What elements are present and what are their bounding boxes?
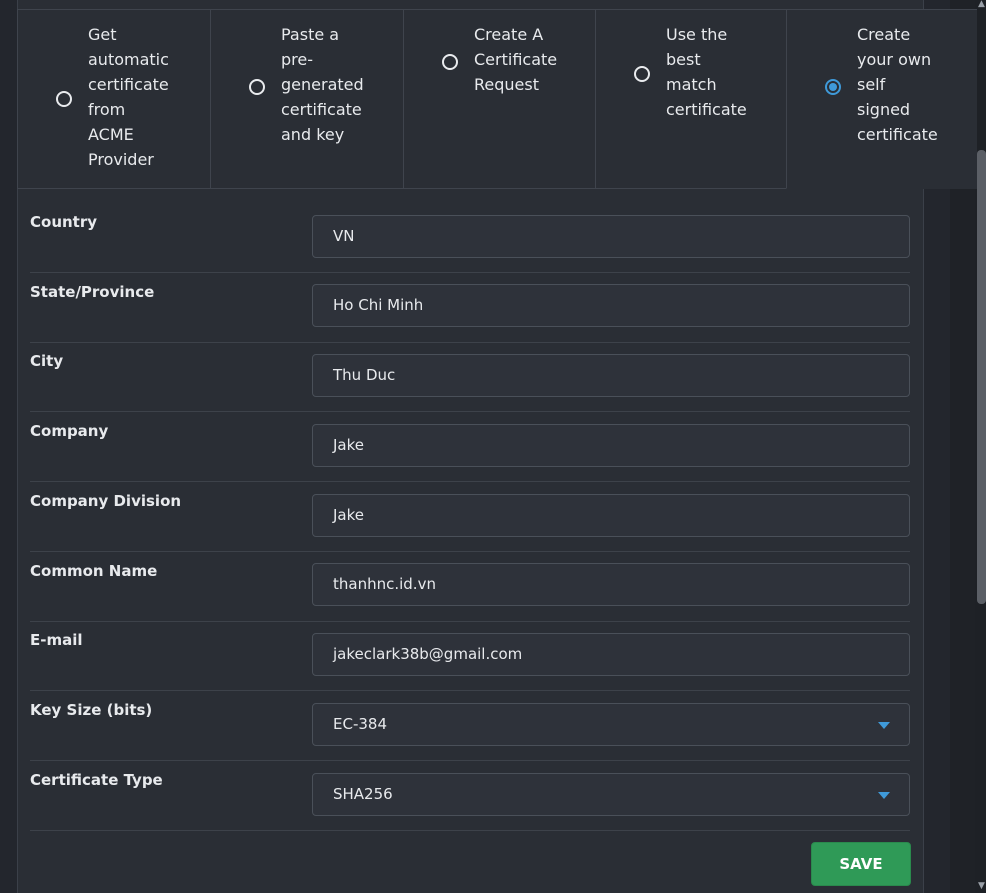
cert-type-select[interactable]: SHA256 [312, 773, 910, 816]
option-acme-label: Get automatic certificate from ACME Prov… [88, 25, 169, 169]
form-row-cert-type: Certificate Type SHA256 [30, 760, 910, 831]
cert-type-value: SHA256 [333, 785, 393, 803]
common-name-label: Common Name [30, 562, 158, 580]
city-label: City [30, 352, 64, 370]
radio-icon[interactable] [634, 66, 650, 82]
form-row-city: City Thu Duc [30, 341, 910, 412]
state-input[interactable]: Ho Chi Minh [312, 284, 910, 327]
chevron-down-icon[interactable] [878, 792, 890, 799]
form-row-key-size: Key Size (bits) EC-384 [30, 690, 910, 761]
form-row-common-name: Common Name thanhnc.id.vn [30, 551, 910, 622]
option-best-match-label: Use the best match certificate [666, 25, 747, 119]
email-label: E-mail [30, 631, 83, 649]
state-value: Ho Chi Minh [333, 296, 424, 314]
option-csr-label: Create A Certificate Request [474, 25, 558, 94]
country-input[interactable]: VN [312, 215, 910, 258]
division-value: Jake [333, 506, 364, 524]
division-input[interactable]: Jake [312, 494, 910, 537]
option-csr[interactable]: Create A Certificate Request [403, 9, 596, 189]
state-label: State/Province [30, 283, 155, 301]
scroll-down-icon[interactable]: ▼ [977, 882, 986, 891]
radio-selected-icon[interactable] [825, 79, 841, 95]
company-input[interactable]: Jake [312, 424, 910, 467]
form-row-email: E-mail jakeclark38b@gmail.com [30, 620, 910, 691]
save-button[interactable]: SAVE [811, 842, 911, 886]
scroll-up-icon[interactable]: ▲ [977, 0, 986, 9]
scrollbar-thumb[interactable] [977, 150, 986, 604]
email-input[interactable]: jakeclark38b@gmail.com [312, 633, 910, 676]
division-label: Company Division [30, 492, 182, 510]
company-label: Company [30, 422, 109, 440]
city-value: Thu Duc [333, 366, 396, 384]
option-paste[interactable]: Paste a pre- generated certificate and k… [210, 9, 404, 189]
key-size-select[interactable]: EC-384 [312, 703, 910, 746]
email-value: jakeclark38b@gmail.com [333, 645, 523, 663]
key-size-value: EC-384 [333, 715, 387, 733]
common-name-input[interactable]: thanhnc.id.vn [312, 563, 910, 606]
radio-icon[interactable] [442, 54, 458, 70]
option-self-signed-label: Create your own self signed certificate [857, 25, 938, 144]
form-row-state: State/Province Ho Chi Minh [30, 272, 910, 343]
city-input[interactable]: Thu Duc [312, 354, 910, 397]
common-name-value: thanhnc.id.vn [333, 575, 436, 593]
chevron-down-icon[interactable] [878, 722, 890, 729]
certificate-option-tabs: Get automatic certificate from ACME Prov… [17, 9, 977, 190]
option-acme[interactable]: Get automatic certificate from ACME Prov… [17, 9, 211, 189]
form-row-country: Country VN [30, 202, 910, 273]
cert-type-label: Certificate Type [30, 771, 163, 789]
option-best-match[interactable]: Use the best match certificate [595, 9, 787, 189]
form-row-company: Company Jake [30, 411, 910, 482]
radio-icon[interactable] [56, 91, 72, 107]
company-value: Jake [333, 436, 364, 454]
radio-icon[interactable] [249, 79, 265, 95]
option-self-signed[interactable]: Create your own self signed certificate [786, 9, 977, 189]
key-size-label: Key Size (bits) [30, 701, 153, 719]
form-row-division: Company Division Jake [30, 481, 910, 552]
country-label: Country [30, 213, 98, 231]
option-paste-label: Paste a pre- generated certificate and k… [281, 25, 364, 144]
country-value: VN [333, 227, 355, 245]
